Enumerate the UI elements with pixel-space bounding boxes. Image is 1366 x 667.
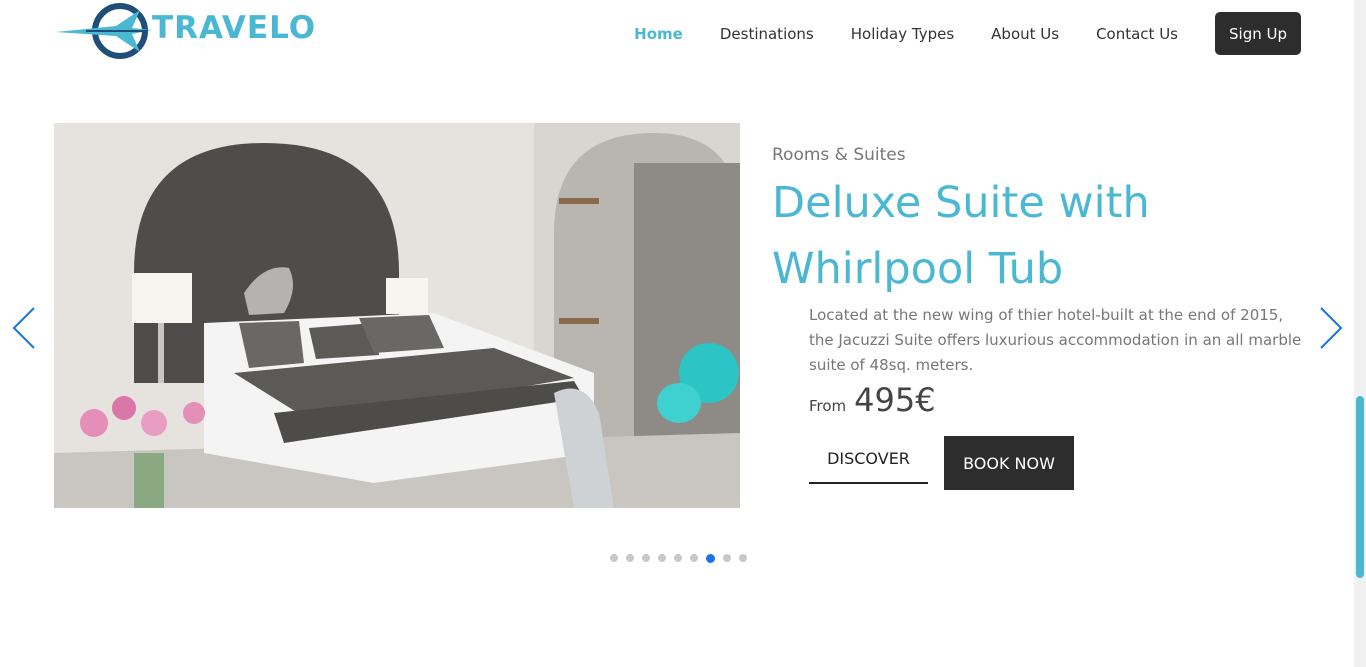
scrollbar-thumb[interactable] bbox=[1356, 396, 1364, 578]
nav-item-contact-us[interactable]: Contact Us bbox=[1096, 25, 1178, 43]
price: From 495€ bbox=[809, 381, 936, 419]
discover-button[interactable]: DISCOVER bbox=[809, 440, 928, 484]
carousel-dot[interactable] bbox=[723, 554, 731, 562]
slide-description: Located at the new wing of thier hotel-b… bbox=[809, 306, 1302, 374]
sign-up-button[interactable]: Sign Up bbox=[1215, 12, 1301, 55]
carousel-dot[interactable] bbox=[739, 554, 747, 562]
scrollbar[interactable] bbox=[1354, 0, 1366, 667]
carousel-dot[interactable] bbox=[642, 554, 650, 562]
slide-category: Rooms & Suites bbox=[772, 145, 906, 165]
chevron-left-icon[interactable] bbox=[11, 306, 37, 350]
slide-title: Deluxe Suite with Whirlpool Tub bbox=[772, 178, 1150, 294]
nav-item-about-us[interactable]: About Us bbox=[991, 25, 1059, 43]
carousel-dots bbox=[610, 553, 755, 563]
nav-item-destinations[interactable]: Destinations bbox=[720, 25, 814, 43]
price-value: 495€ bbox=[854, 381, 936, 419]
price-prefix: From bbox=[809, 397, 847, 415]
nav-item-holiday-types[interactable]: Holiday Types bbox=[851, 25, 954, 43]
airplane-logo-icon bbox=[56, 3, 152, 59]
nav-item-home[interactable]: Home bbox=[634, 25, 683, 43]
main-nav: Home Destinations Holiday Types About Us… bbox=[597, 12, 1301, 55]
carousel-dot[interactable] bbox=[658, 554, 666, 562]
book-now-button[interactable]: BOOK NOW bbox=[944, 436, 1074, 490]
carousel-dot[interactable] bbox=[674, 554, 682, 562]
carousel-dot[interactable] bbox=[690, 554, 698, 562]
suite-photo bbox=[54, 123, 740, 508]
carousel-dot[interactable] bbox=[706, 553, 715, 563]
carousel-dot[interactable] bbox=[626, 554, 634, 562]
chevron-right-icon[interactable] bbox=[1318, 306, 1344, 350]
brand-logo[interactable]: TRAVELO bbox=[56, 2, 326, 60]
brand-name: TRAVELO bbox=[152, 10, 317, 46]
carousel-dot[interactable] bbox=[610, 554, 618, 562]
